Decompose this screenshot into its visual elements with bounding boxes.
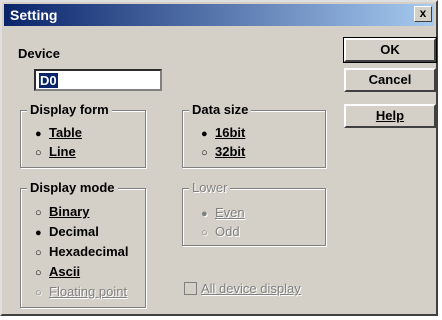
device-label: Device	[18, 46, 60, 61]
display-mode-group: Display mode ○ Binary ● Decimal ○ Hexadecim…	[20, 180, 146, 308]
radio-unselected-icon: ○	[35, 267, 42, 279]
radio-table[interactable]: ● Table	[35, 125, 82, 143]
radio-decimal[interactable]: ● Decimal	[35, 224, 99, 242]
radio-unselected-icon: ○	[201, 147, 208, 159]
help-button-label: Help	[375, 108, 405, 123]
radio-selected-icon: ●	[35, 227, 42, 239]
radio-decimal-label: Decimal	[49, 224, 99, 239]
radio-floating-point: ○ Floating point	[35, 284, 127, 302]
radio-even-label: Even	[215, 205, 245, 220]
radio-hexadecimal-label: Hexadecimal	[49, 244, 129, 259]
radio-line[interactable]: ○ Line	[35, 144, 76, 162]
data-size-group: Data size ● 16bit ○ 32bit	[182, 102, 326, 168]
radio-selected-icon: ●	[201, 128, 208, 140]
lower-group: Lower ● Even ○ Odd	[182, 180, 326, 246]
radio-selected-icon: ●	[35, 128, 42, 140]
data-size-title: Data size	[189, 102, 252, 117]
device-input-value: D0	[39, 73, 58, 88]
title-bar[interactable]: Setting x	[4, 4, 434, 26]
radio-unselected-icon: ○	[201, 227, 208, 239]
radio-ascii[interactable]: ○ Ascii	[35, 264, 80, 282]
cancel-button[interactable]: Cancel	[344, 68, 436, 92]
radio-ascii-label: Ascii	[49, 264, 81, 279]
all-device-display-label: All device display	[201, 281, 301, 296]
setting-dialog: Setting x Device D0 Display form ● Table …	[0, 0, 438, 316]
display-form-title: Display form	[27, 102, 112, 117]
display-mode-title: Display mode	[27, 180, 118, 195]
ok-button[interactable]: OK	[343, 37, 437, 63]
radio-odd-label: Odd	[215, 224, 240, 239]
device-input[interactable]: D0	[34, 69, 162, 91]
radio-unselected-icon: ○	[35, 247, 42, 259]
radio-line-label: Line	[49, 144, 76, 159]
radio-odd: ○ Odd	[201, 224, 240, 242]
radio-floating-point-label: Floating point	[49, 284, 128, 299]
radio-32bit-label: 32bit	[215, 144, 246, 159]
radio-even: ● Even	[201, 205, 245, 223]
lower-title: Lower	[189, 180, 231, 195]
radio-binary-label: Binary	[49, 204, 90, 219]
radio-32bit[interactable]: ○ 32bit	[201, 144, 245, 162]
radio-unselected-icon: ○	[35, 287, 42, 299]
help-button[interactable]: Help	[344, 104, 436, 128]
radio-unselected-icon: ○	[35, 207, 42, 219]
radio-table-label: Table	[49, 125, 82, 140]
radio-16bit-label: 16bit	[215, 125, 246, 140]
radio-unselected-icon: ○	[35, 147, 42, 159]
all-device-display-checkbox: All device display	[184, 281, 301, 296]
radio-hexadecimal[interactable]: ○ Hexadecimal	[35, 244, 129, 262]
close-button[interactable]: x	[414, 6, 432, 22]
window-title: Setting	[10, 7, 58, 23]
radio-16bit[interactable]: ● 16bit	[201, 125, 245, 143]
display-form-group: Display form ● Table ○ Line	[20, 102, 146, 168]
checkbox-unchecked-icon	[184, 282, 197, 295]
radio-selected-icon: ●	[201, 208, 208, 220]
radio-binary[interactable]: ○ Binary	[35, 204, 89, 222]
